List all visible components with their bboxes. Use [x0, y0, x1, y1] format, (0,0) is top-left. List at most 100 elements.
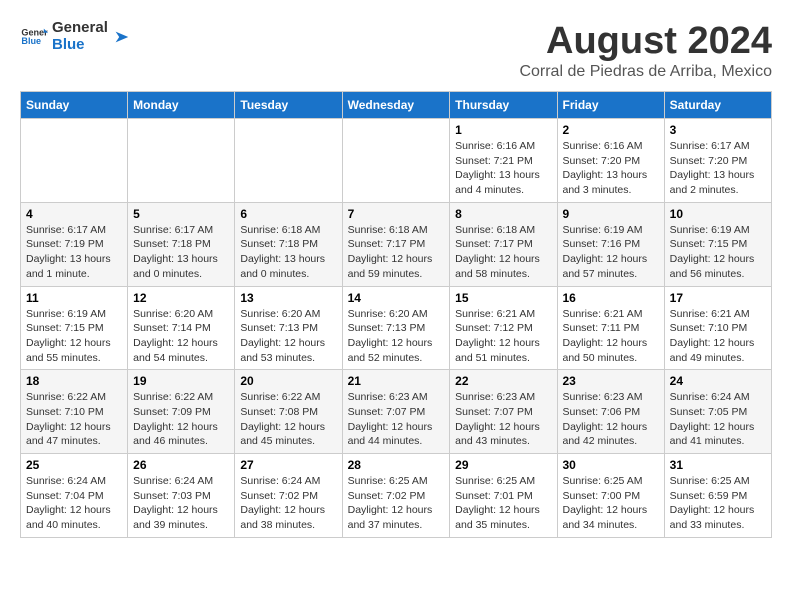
day-cell: 20 Sunrise: 6:22 AM Sunset: 7:08 PM Dayli…: [235, 370, 342, 454]
day-number: 3: [670, 123, 766, 137]
day-cell: 30Sunrise: 6:25 AM Sunset: 7:00 PM Dayli…: [557, 454, 664, 538]
day-cell: 29 Sunrise: 6:25 AM Sunset: 7:01 PM Dayli…: [450, 454, 557, 538]
day-number: 5: [133, 207, 229, 221]
day-info: Sunrise: 6:16 AM Sunset: 7:21 PM Dayligh…: [455, 139, 551, 198]
day-number: 12: [133, 291, 229, 305]
header-row: SundayMondayTuesdayWednesdayThursdayFrid…: [21, 92, 772, 119]
day-number: 16: [563, 291, 659, 305]
day-number: 22: [455, 374, 551, 388]
day-cell: 8 Sunrise: 6:18 AM Sunset: 7:17 PM Daylig…: [450, 202, 557, 286]
day-info: Sunrise: 6:16 AM Sunset: 7:20 PM Dayligh…: [563, 139, 659, 198]
day-cell: 19Sunrise: 6:22 AM Sunset: 7:09 PM Dayli…: [128, 370, 235, 454]
day-info: Sunrise: 6:21 AM Sunset: 7:10 PM Dayligh…: [670, 307, 766, 366]
header: General Blue General Blue August 2024 Co…: [20, 20, 772, 81]
day-info: Sunrise: 6:24 AM Sunset: 7:05 PM Dayligh…: [670, 390, 766, 449]
day-info: Sunrise: 6:17 AM Sunset: 7:19 PM Dayligh…: [26, 223, 122, 282]
day-info: Sunrise: 6:19 AM Sunset: 7:16 PM Dayligh…: [563, 223, 659, 282]
day-number: 20: [240, 374, 336, 388]
day-info: Sunrise: 6:18 AM Sunset: 7:18 PM Dayligh…: [240, 223, 336, 282]
week-row-3: 11 Sunrise: 6:19 AM Sunset: 7:15 PM Dayli…: [21, 286, 772, 370]
day-cell: 21 Sunrise: 6:23 AM Sunset: 7:07 PM Dayli…: [342, 370, 450, 454]
day-number: 2: [563, 123, 659, 137]
day-number: 18: [26, 374, 122, 388]
day-cell: 17Sunrise: 6:21 AM Sunset: 7:10 PM Dayli…: [664, 286, 771, 370]
day-number: 25: [26, 458, 122, 472]
day-number: 26: [133, 458, 229, 472]
day-cell: 24 Sunrise: 6:24 AM Sunset: 7:05 PM Dayli…: [664, 370, 771, 454]
day-info: Sunrise: 6:19 AM Sunset: 7:15 PM Dayligh…: [670, 223, 766, 282]
day-number: 27: [240, 458, 336, 472]
day-cell: 26 Sunrise: 6:24 AM Sunset: 7:03 PM Dayli…: [128, 454, 235, 538]
day-number: 29: [455, 458, 551, 472]
col-header-tuesday: Tuesday: [235, 92, 342, 119]
day-cell: 14 Sunrise: 6:20 AM Sunset: 7:13 PM Dayli…: [342, 286, 450, 370]
day-info: Sunrise: 6:20 AM Sunset: 7:13 PM Dayligh…: [240, 307, 336, 366]
day-number: 6: [240, 207, 336, 221]
day-cell: 27 Sunrise: 6:24 AM Sunset: 7:02 PM Dayli…: [235, 454, 342, 538]
day-number: 24: [670, 374, 766, 388]
day-cell: 22 Sunrise: 6:23 AM Sunset: 7:07 PM Dayli…: [450, 370, 557, 454]
day-info: Sunrise: 6:17 AM Sunset: 7:20 PM Dayligh…: [670, 139, 766, 198]
day-cell: [342, 119, 450, 203]
day-info: Sunrise: 6:18 AM Sunset: 7:17 PM Dayligh…: [455, 223, 551, 282]
day-info: Sunrise: 6:21 AM Sunset: 7:11 PM Dayligh…: [563, 307, 659, 366]
day-cell: 10Sunrise: 6:19 AM Sunset: 7:15 PM Dayli…: [664, 202, 771, 286]
day-info: Sunrise: 6:23 AM Sunset: 7:06 PM Dayligh…: [563, 390, 659, 449]
day-cell: 31 Sunrise: 6:25 AM Sunset: 6:59 PM Dayli…: [664, 454, 771, 538]
day-info: Sunrise: 6:20 AM Sunset: 7:14 PM Dayligh…: [133, 307, 229, 366]
day-number: 8: [455, 207, 551, 221]
day-info: Sunrise: 6:25 AM Sunset: 7:02 PM Dayligh…: [348, 474, 445, 533]
day-cell: [128, 119, 235, 203]
day-number: 21: [348, 374, 445, 388]
day-number: 15: [455, 291, 551, 305]
day-number: 1: [455, 123, 551, 137]
day-number: 23: [563, 374, 659, 388]
day-cell: [21, 119, 128, 203]
day-number: 11: [26, 291, 122, 305]
day-cell: 15 Sunrise: 6:21 AM Sunset: 7:12 PM Dayli…: [450, 286, 557, 370]
day-info: Sunrise: 6:25 AM Sunset: 6:59 PM Dayligh…: [670, 474, 766, 533]
logo-arrow-icon: [112, 28, 130, 46]
day-number: 9: [563, 207, 659, 221]
logo: General Blue General Blue: [20, 20, 130, 53]
day-info: Sunrise: 6:21 AM Sunset: 7:12 PM Dayligh…: [455, 307, 551, 366]
day-info: Sunrise: 6:25 AM Sunset: 7:01 PM Dayligh…: [455, 474, 551, 533]
svg-text:Blue: Blue: [21, 36, 41, 46]
day-cell: 5 Sunrise: 6:17 AM Sunset: 7:18 PM Daylig…: [128, 202, 235, 286]
day-number: 4: [26, 207, 122, 221]
day-cell: 12 Sunrise: 6:20 AM Sunset: 7:14 PM Dayli…: [128, 286, 235, 370]
col-header-sunday: Sunday: [21, 92, 128, 119]
day-cell: 7 Sunrise: 6:18 AM Sunset: 7:17 PM Daylig…: [342, 202, 450, 286]
day-number: 13: [240, 291, 336, 305]
day-number: 7: [348, 207, 445, 221]
day-info: Sunrise: 6:22 AM Sunset: 7:10 PM Dayligh…: [26, 390, 122, 449]
day-cell: 23 Sunrise: 6:23 AM Sunset: 7:06 PM Dayli…: [557, 370, 664, 454]
day-cell: 28Sunrise: 6:25 AM Sunset: 7:02 PM Dayli…: [342, 454, 450, 538]
day-info: Sunrise: 6:18 AM Sunset: 7:17 PM Dayligh…: [348, 223, 445, 282]
col-header-thursday: Thursday: [450, 92, 557, 119]
day-cell: 16 Sunrise: 6:21 AM Sunset: 7:11 PM Dayli…: [557, 286, 664, 370]
col-header-friday: Friday: [557, 92, 664, 119]
week-row-1: 1 Sunrise: 6:16 AM Sunset: 7:21 PM Daylig…: [21, 119, 772, 203]
day-number: 31: [670, 458, 766, 472]
week-row-4: 18 Sunrise: 6:22 AM Sunset: 7:10 PM Dayli…: [21, 370, 772, 454]
day-cell: 6 Sunrise: 6:18 AM Sunset: 7:18 PM Daylig…: [235, 202, 342, 286]
logo-svg: General Blue: [20, 23, 48, 51]
week-row-5: 25 Sunrise: 6:24 AM Sunset: 7:04 PM Dayli…: [21, 454, 772, 538]
day-info: Sunrise: 6:20 AM Sunset: 7:13 PM Dayligh…: [348, 307, 445, 366]
day-info: Sunrise: 6:24 AM Sunset: 7:04 PM Dayligh…: [26, 474, 122, 533]
day-info: Sunrise: 6:22 AM Sunset: 7:08 PM Dayligh…: [240, 390, 336, 449]
day-number: 30: [563, 458, 659, 472]
day-info: Sunrise: 6:19 AM Sunset: 7:15 PM Dayligh…: [26, 307, 122, 366]
day-cell: 1 Sunrise: 6:16 AM Sunset: 7:21 PM Daylig…: [450, 119, 557, 203]
day-info: Sunrise: 6:23 AM Sunset: 7:07 PM Dayligh…: [348, 390, 445, 449]
day-info: Sunrise: 6:24 AM Sunset: 7:02 PM Dayligh…: [240, 474, 336, 533]
day-info: Sunrise: 6:17 AM Sunset: 7:18 PM Dayligh…: [133, 223, 229, 282]
day-number: 14: [348, 291, 445, 305]
day-info: Sunrise: 6:23 AM Sunset: 7:07 PM Dayligh…: [455, 390, 551, 449]
logo-general: General: [52, 20, 108, 37]
day-cell: 25 Sunrise: 6:24 AM Sunset: 7:04 PM Dayli…: [21, 454, 128, 538]
day-info: Sunrise: 6:24 AM Sunset: 7:03 PM Dayligh…: [133, 474, 229, 533]
title-area: August 2024 Corral de Piedras de Arriba,…: [519, 20, 772, 81]
day-cell: 2 Sunrise: 6:16 AM Sunset: 7:20 PM Daylig…: [557, 119, 664, 203]
